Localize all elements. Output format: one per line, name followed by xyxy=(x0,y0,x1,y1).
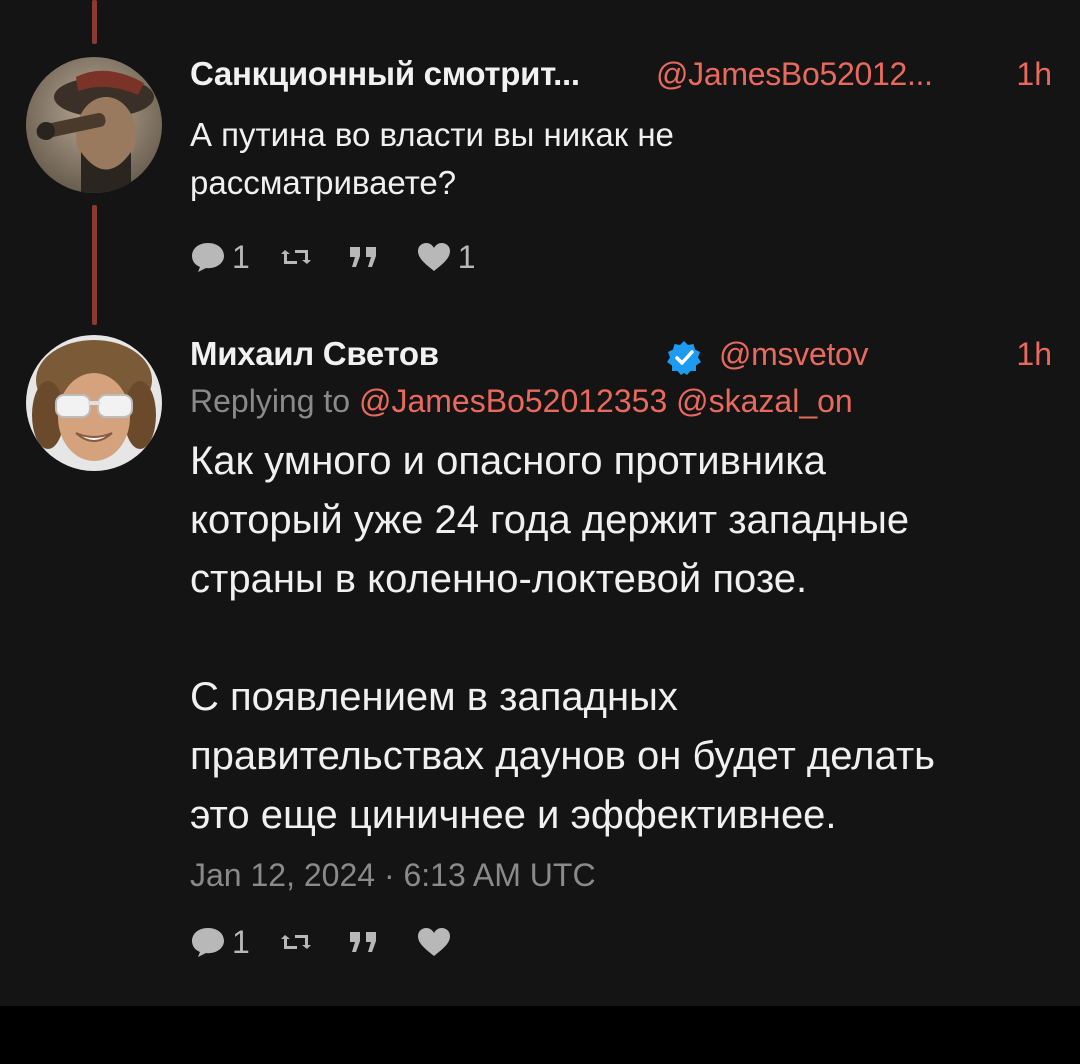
like-button[interactable]: 1 xyxy=(416,239,476,276)
like-button[interactable] xyxy=(416,926,458,958)
quote-icon xyxy=(348,930,380,954)
retweet-button[interactable] xyxy=(280,245,318,269)
timeline-panel: Санкционный смотрит... @JamesBo52012... … xyxy=(0,0,1080,1006)
author-handle[interactable]: @JamesBo52012... xyxy=(656,56,933,93)
reply-count: 1 xyxy=(232,238,250,275)
tweet-2[interactable]: Михаил Светов @msvetov 1h Replying to @J… xyxy=(190,335,1052,962)
bottom-bar xyxy=(0,1006,1080,1064)
tweet-time[interactable]: 1h xyxy=(1016,336,1052,373)
retweet-icon xyxy=(280,245,312,269)
tweet-text: Как умного и опасного противника который… xyxy=(190,439,935,837)
reply-mention[interactable]: @skazal_on xyxy=(676,383,853,419)
heart-icon xyxy=(416,241,452,273)
reply-button[interactable]: 1 xyxy=(190,924,250,961)
retweet-icon xyxy=(280,930,312,954)
like-count: 1 xyxy=(457,238,476,275)
tweet-header: Санкционный смотрит... @JamesBo52012... … xyxy=(190,55,1052,99)
quote-button[interactable] xyxy=(348,245,386,269)
replying-to-label: Replying to xyxy=(190,383,351,419)
heart-icon xyxy=(416,926,452,958)
quote-icon xyxy=(348,245,380,269)
avatar-tweet1[interactable] xyxy=(26,57,162,193)
tweet-actions: 1 1 xyxy=(190,237,1052,277)
thread-line-middle xyxy=(92,205,97,325)
reply-mention[interactable]: @JamesBo52012353 xyxy=(359,383,667,419)
replying-to: Replying to @JamesBo52012353 @skazal_on xyxy=(190,383,1052,420)
reply-count: 1 xyxy=(232,923,250,960)
author-name[interactable]: Санкционный смотрит... xyxy=(190,55,580,93)
quote-button[interactable] xyxy=(348,930,386,954)
tweet-time[interactable]: 1h xyxy=(1016,56,1052,93)
verified-badge-icon xyxy=(666,340,702,376)
tweet-timestamp[interactable]: Jan 12, 2024 · 6:13 AM UTC xyxy=(190,857,1052,894)
author-handle[interactable]: @msvetov xyxy=(719,336,869,373)
reply-button[interactable]: 1 xyxy=(190,239,250,276)
comment-icon xyxy=(190,926,226,958)
retweet-button[interactable] xyxy=(280,930,318,954)
comment-icon xyxy=(190,241,226,273)
author-name[interactable]: Михаил Светов xyxy=(190,335,439,373)
tweet-actions: 1 xyxy=(190,922,1052,962)
avatar-tweet2[interactable] xyxy=(26,335,162,471)
thread-line-top xyxy=(92,0,97,44)
tweet-header: Михаил Светов @msvetov 1h xyxy=(190,335,1052,379)
tweet-1[interactable]: Санкционный смотрит... @JamesBo52012... … xyxy=(190,55,1052,277)
tweet-text: А путина во власти вы никак не рассматри… xyxy=(190,116,674,201)
